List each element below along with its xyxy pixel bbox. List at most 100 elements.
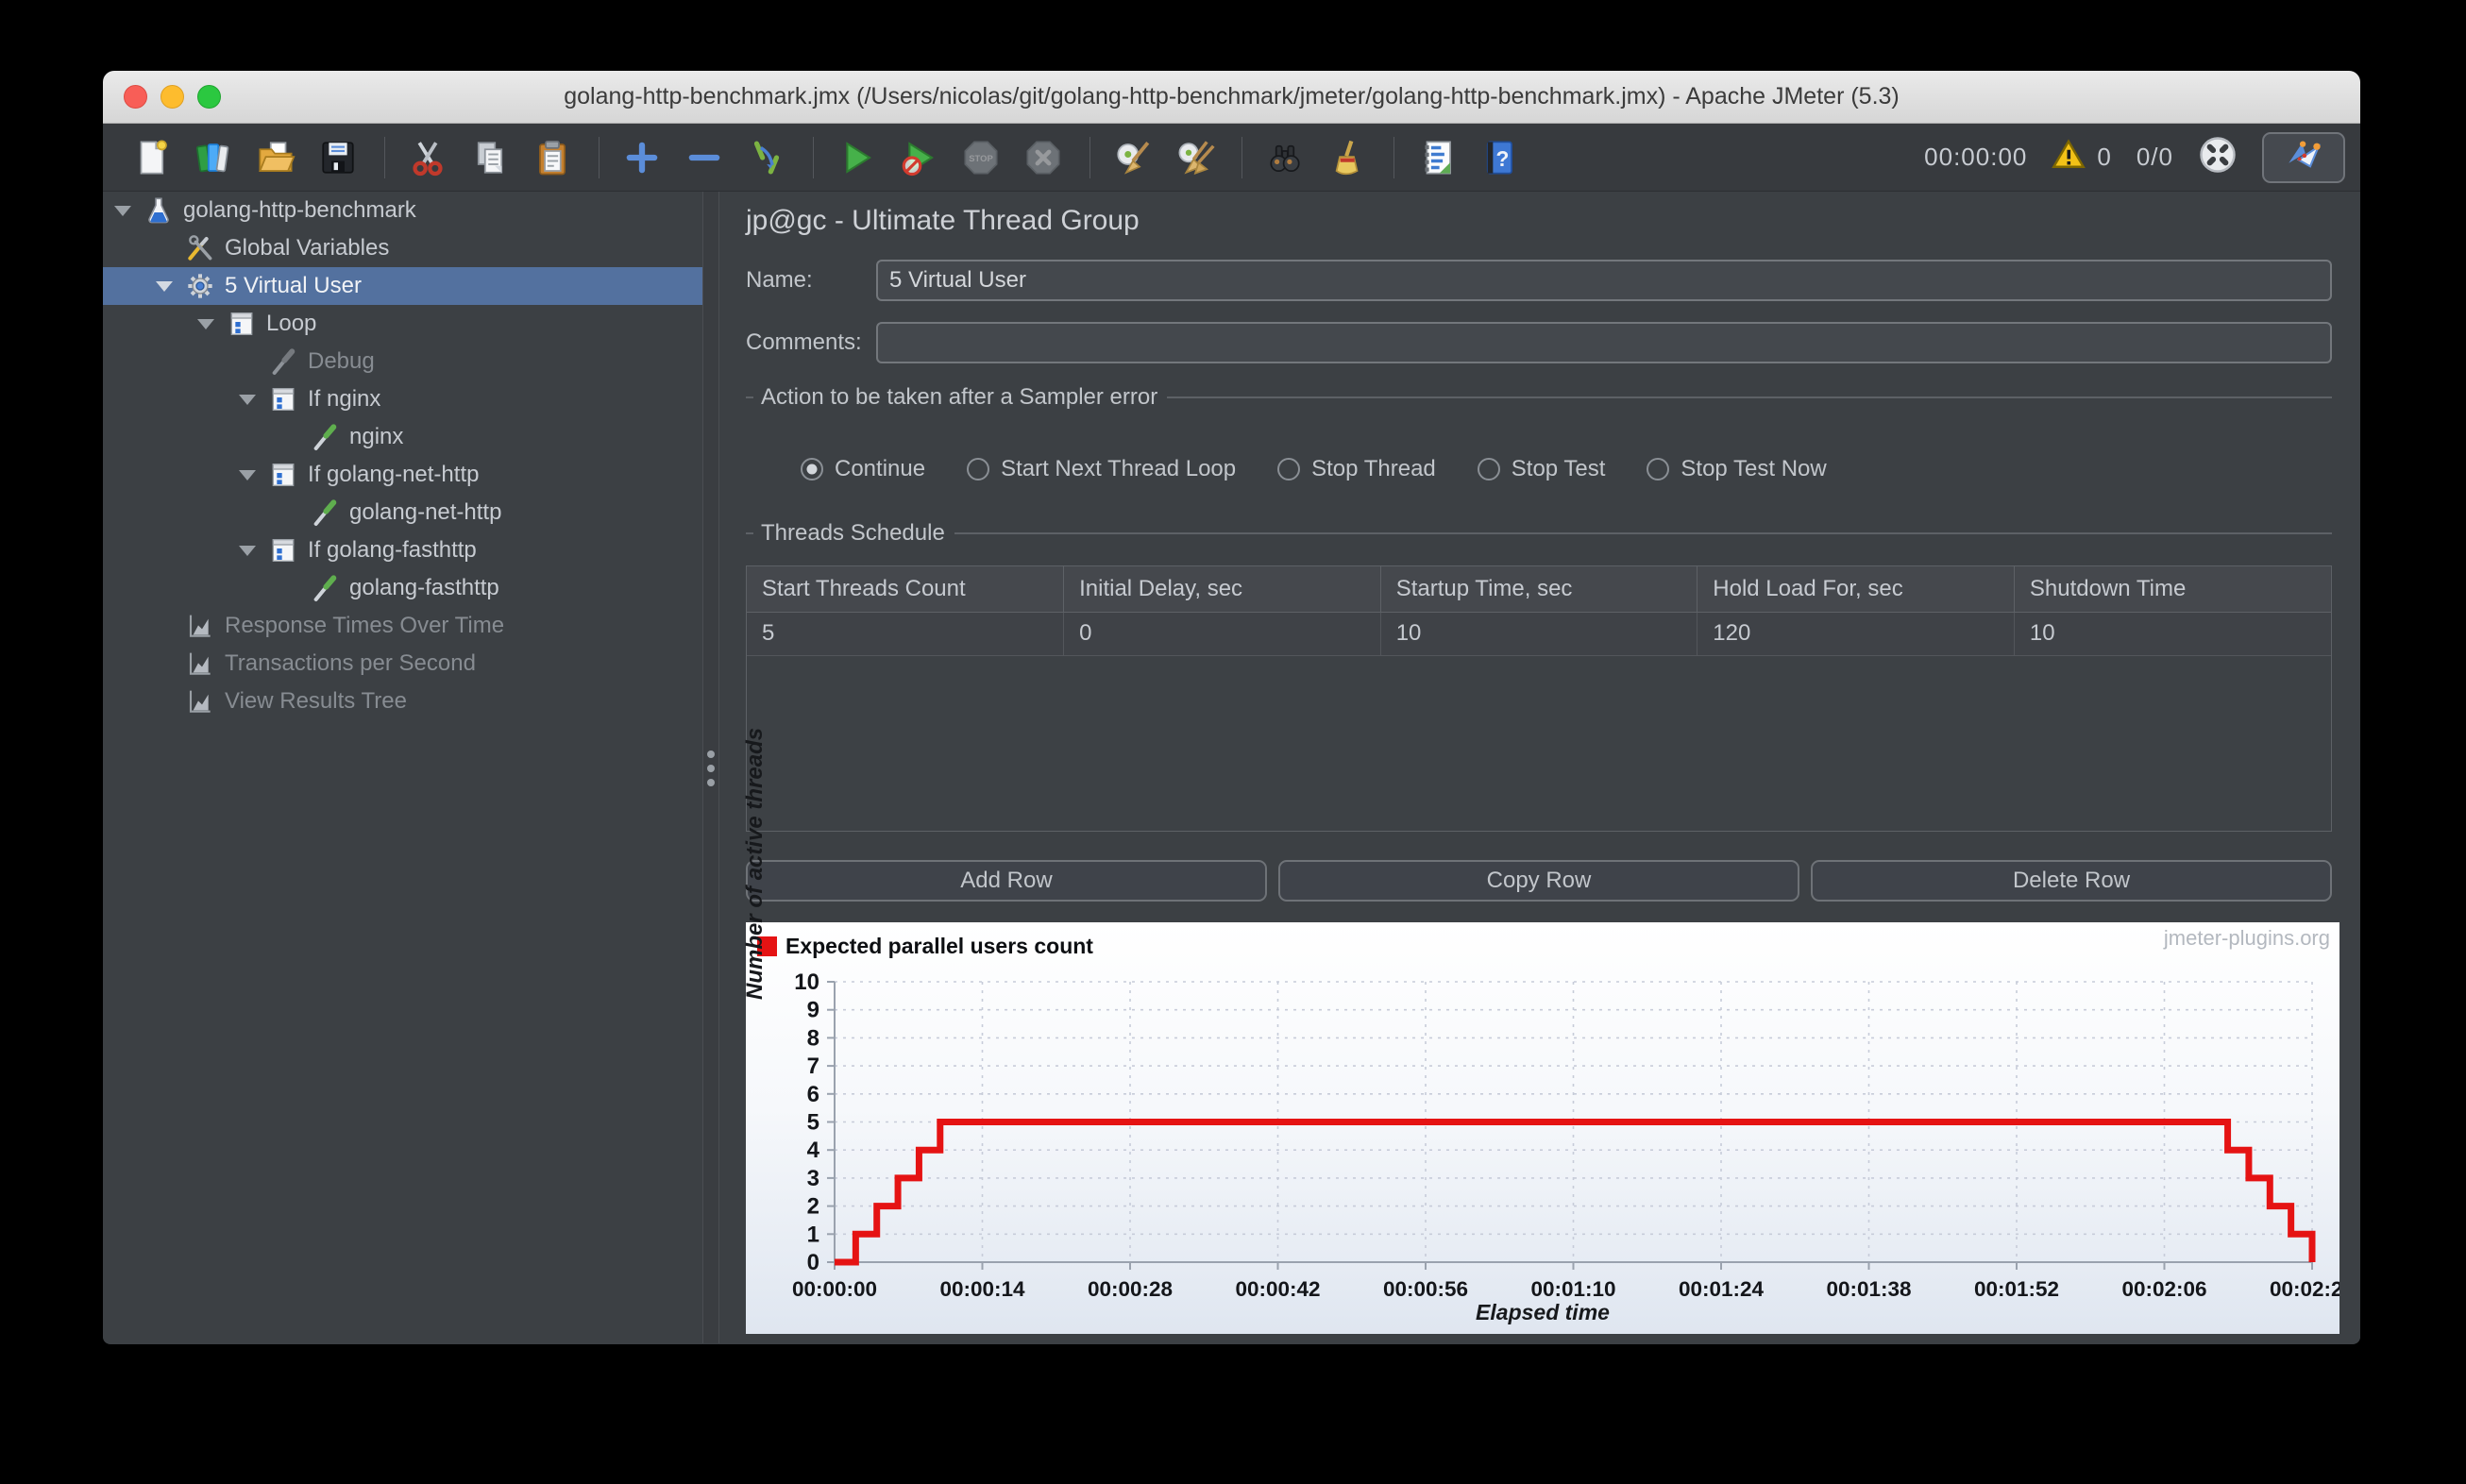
table-cell[interactable]: 10 (1380, 612, 1698, 656)
toolbar-separator (813, 136, 814, 178)
svg-text:?: ? (1496, 145, 1510, 170)
watermark: jmeter-plugins.org (2163, 926, 2330, 950)
copy-row-button[interactable]: Copy Row (1278, 860, 1799, 902)
tree-item-if-golang-fasthttp[interactable]: If golang-fasthttp (103, 531, 702, 569)
help-icon[interactable]: ? (1478, 136, 1521, 179)
jmeter-window: golang-http-benchmark.jmx (/Users/nicola… (103, 71, 2360, 1344)
zoom-button[interactable] (197, 85, 221, 109)
table-cell[interactable]: 10 (2014, 612, 2331, 656)
shutdown-icon (1022, 136, 1065, 179)
radio-circle-icon[interactable] (1277, 458, 1301, 481)
tree-item-5-virtual-user[interactable]: 5 Virtual User (103, 267, 702, 305)
search-icon[interactable] (1263, 136, 1307, 179)
column-header-start-threads-count[interactable]: Start Threads Count (747, 566, 1065, 613)
close-button[interactable] (124, 85, 147, 109)
cut-icon[interactable] (406, 136, 449, 179)
splitter-grip-icon[interactable] (707, 750, 715, 786)
svg-text:00:00:00: 00:00:00 (792, 1277, 877, 1301)
add-row-button[interactable]: Add Row (746, 860, 1267, 902)
disclosure-triangle-icon[interactable] (239, 469, 267, 481)
sampler-icon (309, 497, 341, 529)
radio-stop-test-now[interactable]: Stop Test Now (1647, 456, 1827, 482)
name-label: Name: (746, 267, 813, 293)
tree-item-view-results-tree[interactable]: View Results Tree (103, 683, 702, 720)
tree-item-label: If golang-net-http (308, 462, 480, 487)
listener-chart-icon (184, 648, 216, 680)
name-input[interactable] (876, 260, 2332, 301)
svg-text:6: 6 (807, 1082, 819, 1107)
column-header-shutdown-time[interactable]: Shutdown Time (2014, 566, 2331, 613)
tree-item-golang-http-benchmark[interactable]: golang-http-benchmark (103, 192, 702, 229)
copy-icon[interactable] (468, 136, 512, 179)
threads-schedule-table[interactable]: Start Threads Count Initial Delay, sec Sta… (747, 566, 2331, 656)
table-cell[interactable]: 120 (1697, 612, 2015, 656)
disclosure-triangle-icon[interactable] (239, 545, 267, 556)
radio-circle-icon[interactable] (1647, 458, 1670, 481)
start-no-pauses-icon[interactable] (897, 136, 940, 179)
add-icon[interactable] (620, 136, 664, 179)
save-icon[interactable] (316, 136, 360, 179)
svg-text:7: 7 (807, 1054, 819, 1079)
jmeter-logo-button[interactable] (2262, 131, 2345, 183)
tree-item-golang-fasthttp[interactable]: golang-fasthttp (103, 569, 702, 607)
radio-stop-thread[interactable]: Stop Thread (1277, 456, 1436, 482)
table-cell[interactable]: 5 (747, 612, 1065, 656)
radio-stop-test[interactable]: Stop Test (1477, 456, 1605, 482)
radio-continue[interactable]: Continue (801, 456, 925, 482)
svg-text:4: 4 (807, 1138, 820, 1163)
clear-icon[interactable] (1111, 136, 1155, 179)
svg-text:5: 5 (807, 1110, 819, 1136)
svg-text:00:02:06: 00:02:06 (2121, 1277, 2206, 1301)
function-helper-icon[interactable] (1415, 136, 1459, 179)
paste-icon[interactable] (531, 136, 574, 179)
disclosure-triangle-icon[interactable] (197, 318, 226, 329)
disclosure-triangle-icon[interactable] (156, 280, 184, 292)
disclosure-triangle-icon[interactable] (114, 205, 143, 216)
radio-circle-icon[interactable] (967, 458, 990, 481)
tree-item-nginx[interactable]: nginx (103, 418, 702, 456)
minimize-button[interactable] (160, 85, 184, 109)
start-icon[interactable] (835, 136, 878, 179)
tree-item-label: Loop (266, 311, 317, 336)
column-header-hold-load-for-sec[interactable]: Hold Load For, sec (1697, 566, 2015, 613)
templates-icon[interactable] (192, 136, 235, 179)
tree-item-global-variables[interactable]: Global Variables (103, 229, 702, 267)
clear-all-icon[interactable] (1174, 136, 1217, 179)
delete-row-button[interactable]: Delete Row (1811, 860, 2332, 902)
warning-icon (2052, 138, 2086, 177)
reset-search-icon[interactable] (1326, 136, 1369, 179)
tree-item-loop[interactable]: Loop (103, 305, 702, 343)
tree-item-transactions-per-second[interactable]: Transactions per Second (103, 645, 702, 683)
column-header-initial-delay-sec[interactable]: Initial Delay, sec (1063, 566, 1381, 613)
open-file-icon[interactable] (254, 136, 297, 179)
radio-circle-icon[interactable] (801, 458, 823, 481)
tree-item-if-nginx[interactable]: If nginx (103, 380, 702, 418)
table-row-buttons: Add Row Copy Row Delete Row (746, 860, 2332, 902)
svg-text:00:00:42: 00:00:42 (1235, 1277, 1320, 1301)
tree-item-label: If golang-fasthttp (308, 537, 477, 563)
tree-item-debug[interactable]: Debug (103, 343, 702, 380)
new-file-icon[interactable] (129, 136, 173, 179)
tree-item-response-times-over-time[interactable]: Response Times Over Time (103, 607, 702, 645)
log-warnings-indicator[interactable]: 0 (2052, 138, 2111, 177)
table-row[interactable]: 5 0 10 120 10 (747, 612, 2331, 656)
radio-start-next-thread-loop[interactable]: Start Next Thread Loop (967, 456, 1236, 482)
toggle-icon[interactable] (745, 136, 788, 179)
remove-icon[interactable] (683, 136, 726, 179)
radio-circle-icon[interactable] (1477, 458, 1500, 481)
radio-label: Stop Thread (1311, 456, 1436, 481)
disclosure-triangle-icon[interactable] (239, 394, 267, 405)
tree-item-if-golang-net-http[interactable]: If golang-net-http (103, 456, 702, 494)
column-header-startup-time-sec[interactable]: Startup Time, sec (1380, 566, 1698, 613)
svg-text:00:01:38: 00:01:38 (1826, 1277, 1911, 1301)
tree-item-golang-net-http[interactable]: golang-net-http (103, 494, 702, 531)
split-divider[interactable] (702, 192, 719, 1343)
comments-label: Comments: (746, 329, 862, 355)
svg-text:00:01:24: 00:01:24 (1679, 1277, 1765, 1301)
chart-y-axis-label: Number of active threads (742, 727, 768, 1000)
legend-label: Expected parallel users count (785, 934, 1093, 958)
tree-item-label: nginx (349, 424, 404, 449)
comments-input[interactable] (876, 322, 2332, 363)
table-cell[interactable]: 0 (1063, 612, 1381, 656)
window-controls (124, 71, 221, 123)
